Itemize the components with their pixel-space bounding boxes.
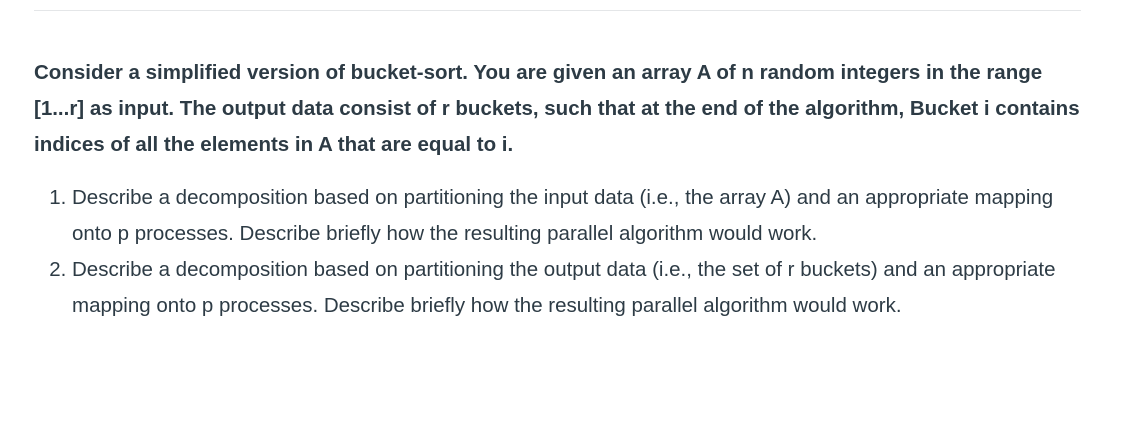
sub-question-item: Describe a decomposition based on partit… (72, 252, 1084, 324)
sub-question-list: Describe a decomposition based on partit… (34, 180, 1084, 324)
question-page: Consider a simplified version of bucket-… (0, 0, 1128, 445)
question-stem: Consider a simplified version of bucket-… (34, 61, 1080, 156)
sub-question-item: Describe a decomposition based on partit… (72, 180, 1084, 252)
top-divider (34, 10, 1081, 11)
